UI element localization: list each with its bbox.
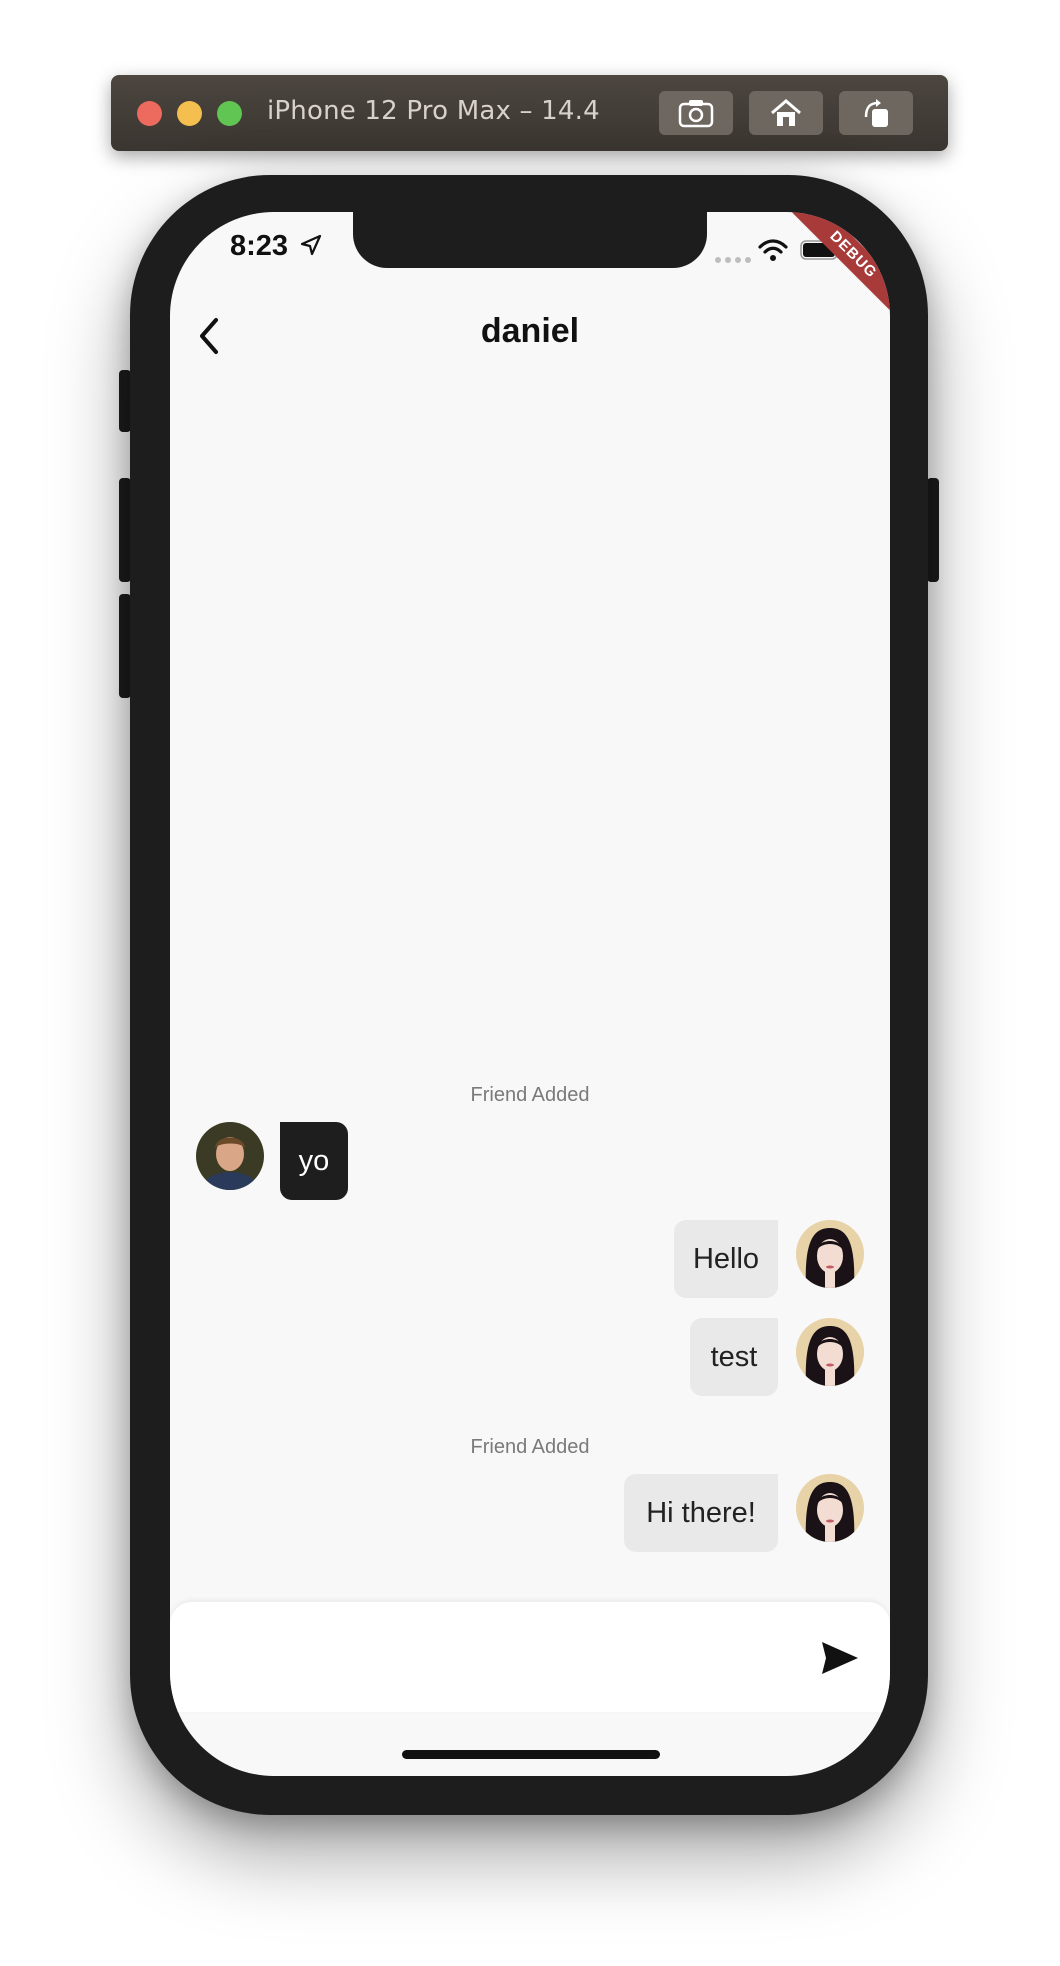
system-message: Friend Added (470, 1084, 590, 1106)
screenshot-button[interactable] (659, 91, 733, 135)
my-avatar (796, 1220, 864, 1288)
my-avatar-icon (796, 1474, 864, 1542)
home-icon (771, 99, 801, 126)
rotate-button[interactable] (839, 91, 913, 135)
signal-dots-icon (715, 257, 751, 263)
message-composer (170, 1602, 890, 1712)
zoom-window-button[interactable] (217, 101, 242, 126)
my-avatar (796, 1318, 864, 1386)
my-avatar-icon (796, 1220, 864, 1288)
home-indicator[interactable] (402, 1750, 660, 1759)
friend-avatar-icon (196, 1122, 264, 1190)
power-button (927, 478, 939, 582)
simulator-title: iPhone 12 Pro Max – 14.4 (267, 96, 600, 126)
outgoing-message-bubble[interactable]: Hi there! (624, 1474, 778, 1552)
minimize-window-button[interactable] (177, 101, 202, 126)
my-avatar-icon (796, 1318, 864, 1386)
wifi-icon (758, 239, 788, 261)
incoming-message-bubble[interactable]: yo (280, 1122, 348, 1200)
screenshot-icon (678, 100, 714, 128)
friend-avatar (196, 1122, 264, 1190)
chat-title: daniel (480, 312, 580, 350)
outgoing-message-bubble[interactable]: test (690, 1318, 778, 1396)
close-window-button[interactable] (137, 101, 162, 126)
system-message: Friend Added (470, 1436, 590, 1458)
stage: iPhone 12 Pro Max – 14.4 8:23 DEBUG dani… (0, 0, 1060, 1966)
location-arrow-icon (300, 234, 322, 256)
message-input[interactable] (190, 1622, 790, 1692)
phone-screen: 8:23 DEBUG daniel Friend Added yo Hello … (170, 212, 890, 1776)
outgoing-message-bubble[interactable]: Hello (674, 1220, 778, 1298)
my-avatar (796, 1474, 864, 1542)
simulator-title-bar: iPhone 12 Pro Max – 14.4 (111, 75, 948, 151)
send-icon[interactable] (820, 1640, 860, 1676)
notch (353, 212, 707, 268)
rotate-icon (864, 99, 888, 127)
home-button[interactable] (749, 91, 823, 135)
status-time: 8:23 (230, 230, 289, 262)
